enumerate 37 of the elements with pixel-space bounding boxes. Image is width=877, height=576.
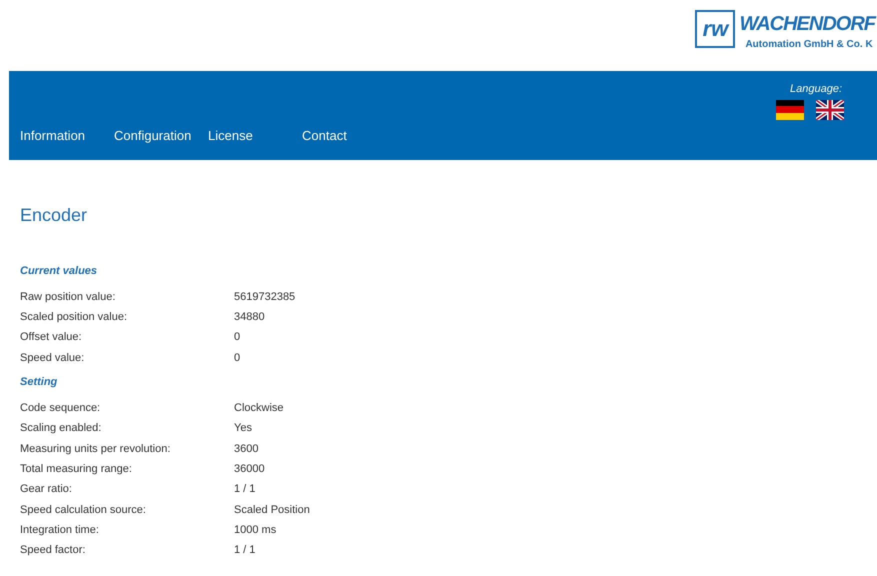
logo-name: WACHENDORF: [739, 12, 875, 37]
field-label: Scaled position value:: [20, 310, 128, 326]
field-value: 1000 ms: [234, 522, 276, 538]
field-value: Clockwise: [234, 401, 284, 416]
nav-link[interactable]: Configuration: [114, 126, 208, 145]
field-label: Offset value:: [20, 330, 83, 346]
field-label: Speed value:: [20, 350, 86, 366]
logo-icon: rw: [695, 10, 736, 48]
nav-link[interactable]: License: [208, 126, 302, 145]
logo-subtitle: Automation GmbH & Co. K: [744, 38, 874, 52]
field-label: Raw position value:: [20, 290, 116, 305]
field-value: 5619732385: [234, 290, 296, 305]
field-label: Speed calculation source:: [20, 502, 147, 518]
field-value: Scaled Position: [234, 502, 310, 518]
field-value: 0: [234, 350, 240, 366]
field-label: Gear ratio:: [20, 482, 73, 498]
uk-flag-icon[interactable]: [816, 100, 844, 120]
section-heading: Setting: [20, 375, 58, 390]
language-label: Language:: [790, 82, 842, 97]
section-heading: Current values: [20, 264, 98, 279]
field-label: Scaling enabled:: [20, 421, 102, 436]
nav-link[interactable]: Information: [20, 126, 114, 145]
field-value: 3600: [234, 442, 258, 457]
field-value: 36000: [234, 462, 265, 477]
field-value: 1 / 1: [234, 482, 256, 498]
field-label: Total measuring range:: [20, 462, 133, 477]
field-label: Integration time:: [20, 522, 100, 538]
field-value: 0: [234, 330, 240, 346]
page-title: Encoder: [20, 204, 88, 227]
field-value: 1 / 1: [234, 543, 256, 558]
field-label: Measuring units per revolution:: [20, 442, 172, 457]
field-label: Speed factor:: [20, 543, 86, 558]
field-label: Code sequence:: [20, 401, 102, 416]
field-value: Yes: [234, 421, 252, 436]
field-value: 34880: [234, 310, 265, 326]
german-flag-icon[interactable]: [776, 100, 804, 120]
nav-link[interactable]: Contact: [302, 126, 396, 145]
